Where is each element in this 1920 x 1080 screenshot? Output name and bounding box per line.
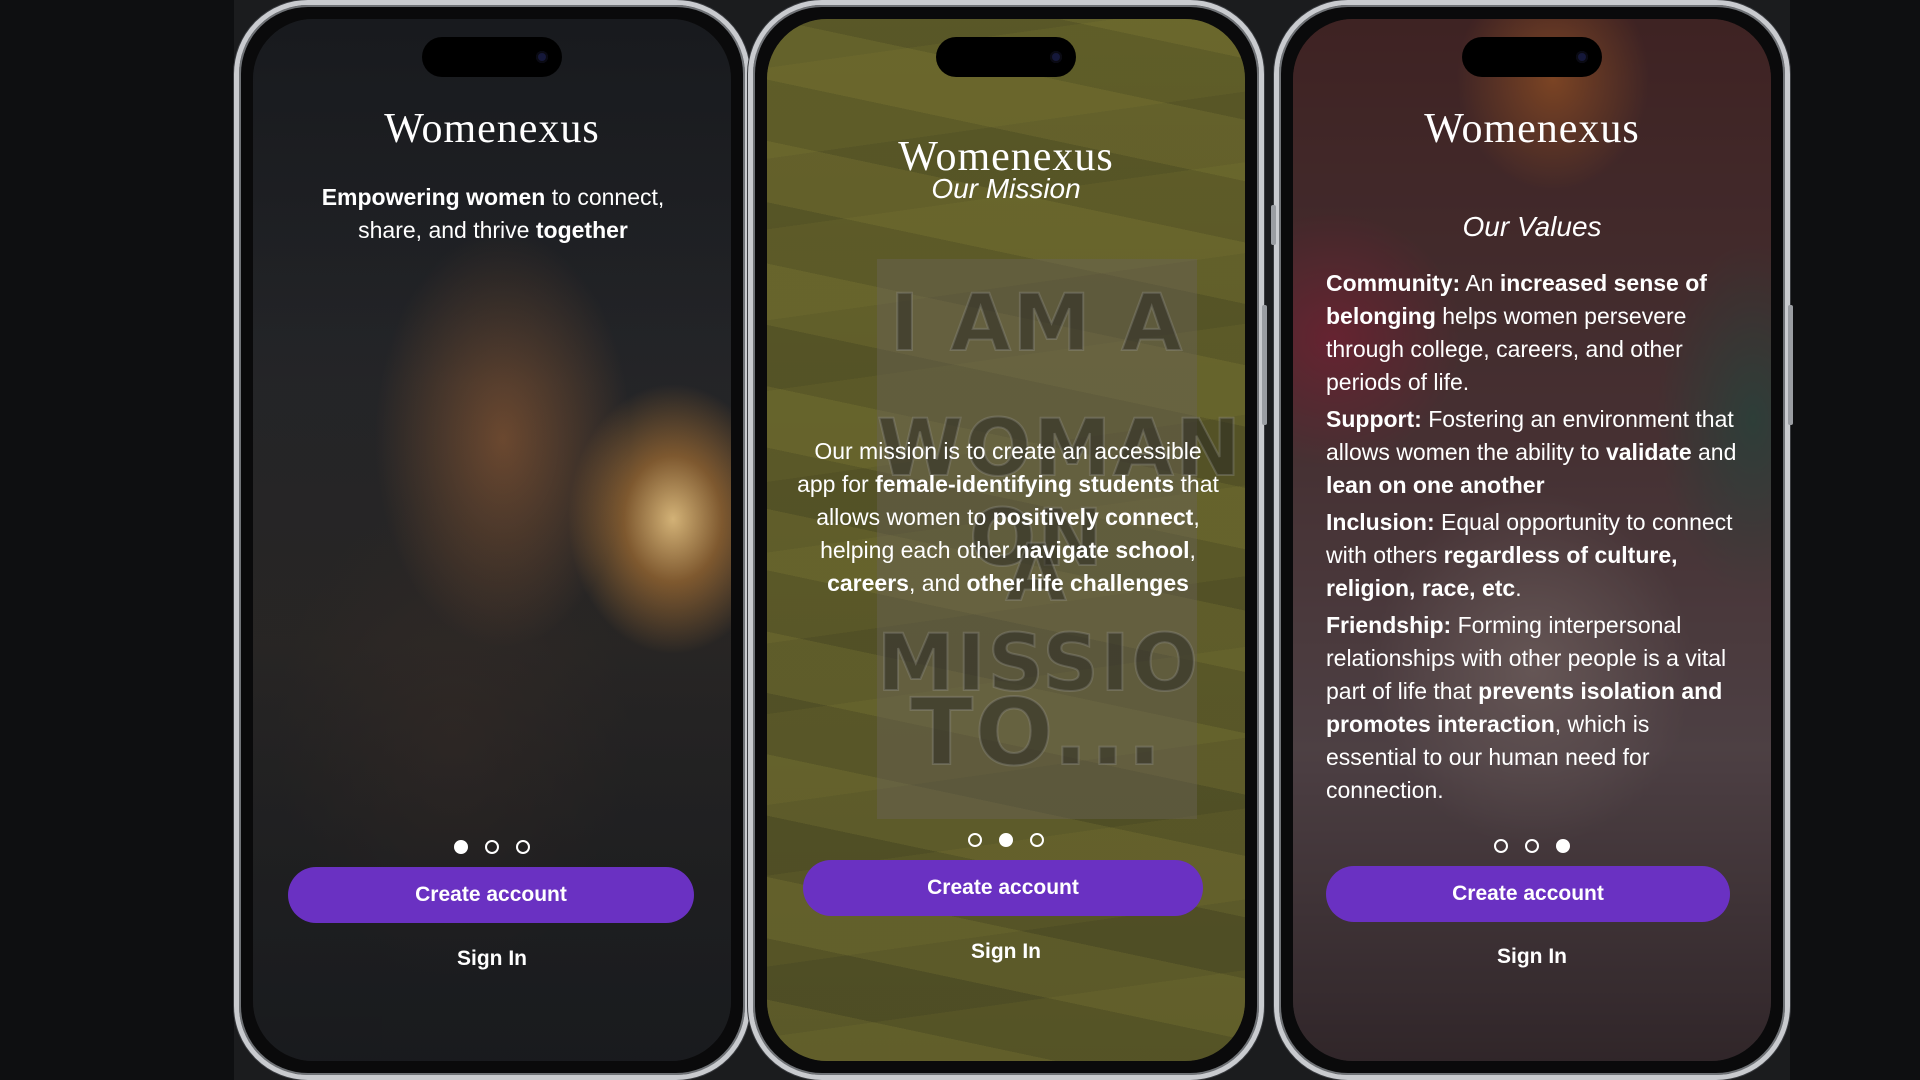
emphasis-text: female-identifying students	[875, 471, 1175, 497]
body-text: .	[1515, 575, 1522, 601]
value-inclusion: Inclusion: Equal opportunity to connect …	[1326, 506, 1746, 605]
app-logo: Womenexus	[384, 106, 600, 152]
page-dot-3[interactable]	[1030, 833, 1044, 847]
values-list: Community: An increased sense of belongi…	[1326, 267, 1746, 807]
create-account-button[interactable]: Create account	[1326, 866, 1730, 922]
phone-frame-mission: I AM A WOMAN ON A MISSIO TO... Womenexus…	[748, 0, 1267, 1080]
page-dot-2[interactable]	[1525, 839, 1539, 853]
dynamic-island	[936, 37, 1076, 77]
body-text: , and	[908, 570, 967, 596]
values-title: Our Values	[1462, 211, 1602, 242]
create-account-button[interactable]: Create account	[288, 867, 694, 923]
page-dot-1[interactable]	[1494, 839, 1508, 853]
emphasis-text: validate	[1605, 439, 1692, 465]
emphasis-text: positively connect	[992, 504, 1194, 530]
page-dot-1[interactable]	[454, 840, 468, 854]
body-text: An	[1460, 270, 1500, 296]
value-support: Support: Fostering an environment that a…	[1326, 403, 1746, 502]
page-dot-1[interactable]	[968, 833, 982, 847]
emphasis-text: Community:	[1326, 270, 1461, 296]
emphasis-text: navigate school	[1015, 537, 1190, 563]
page-dot-2[interactable]	[485, 840, 499, 854]
camera-icon	[536, 51, 548, 63]
dynamic-island	[1462, 37, 1602, 77]
welcome-tagline: Empowering women to connect, share, and …	[293, 181, 693, 247]
emphasis-text: Empowering women	[321, 184, 546, 210]
emphasis-text: Friendship:	[1326, 612, 1452, 638]
values-screen: Womenexus Our Values Community: An incre…	[1293, 19, 1771, 1061]
power-button	[1788, 305, 1793, 425]
welcome-screen: Womenexus Empowering women to connect, s…	[253, 19, 731, 1061]
create-account-button[interactable]: Create account	[803, 860, 1203, 916]
mission-body: Our mission is to create an accessible a…	[793, 435, 1223, 600]
page-dot-3[interactable]	[1556, 839, 1570, 853]
body-text: and	[1691, 439, 1737, 465]
action-button	[1271, 205, 1276, 245]
page-dot-3[interactable]	[516, 840, 530, 854]
camera-icon	[1576, 51, 1588, 63]
showcase-stage: Womenexus Empowering women to connect, s…	[234, 0, 1793, 1080]
sign-in-link[interactable]: Sign In	[1293, 945, 1771, 969]
emphasis-text: Support:	[1326, 406, 1422, 432]
page-indicator	[767, 833, 1245, 847]
value-community: Community: An increased sense of belongi…	[1326, 267, 1746, 399]
mission-screen: I AM A WOMAN ON A MISSIO TO... Womenexus…	[767, 19, 1245, 1061]
emphasis-text: together	[535, 217, 628, 243]
phone-frame-welcome: Womenexus Empowering women to connect, s…	[234, 0, 753, 1080]
page-indicator	[1293, 839, 1771, 853]
page-dot-2[interactable]	[999, 833, 1013, 847]
power-button	[1262, 305, 1267, 425]
phone-frame-values: Womenexus Our Values Community: An incre…	[1271, 0, 1793, 1080]
dynamic-island	[422, 37, 562, 77]
mission-title: Our Mission	[931, 173, 1081, 204]
sign-in-link[interactable]: Sign In	[253, 947, 731, 971]
emphasis-text: lean on one another	[1326, 472, 1545, 498]
app-logo: Womenexus	[1424, 106, 1640, 152]
emphasis-text: Inclusion:	[1326, 509, 1435, 535]
value-friendship: Friendship: Forming interpersonal relati…	[1326, 609, 1746, 807]
camera-icon	[1050, 51, 1062, 63]
page-indicator	[253, 840, 731, 854]
sign-in-link[interactable]: Sign In	[767, 940, 1245, 964]
emphasis-text: careers	[827, 570, 909, 596]
body-text: ,	[1189, 537, 1196, 563]
emphasis-text: other life challenges	[966, 570, 1189, 596]
